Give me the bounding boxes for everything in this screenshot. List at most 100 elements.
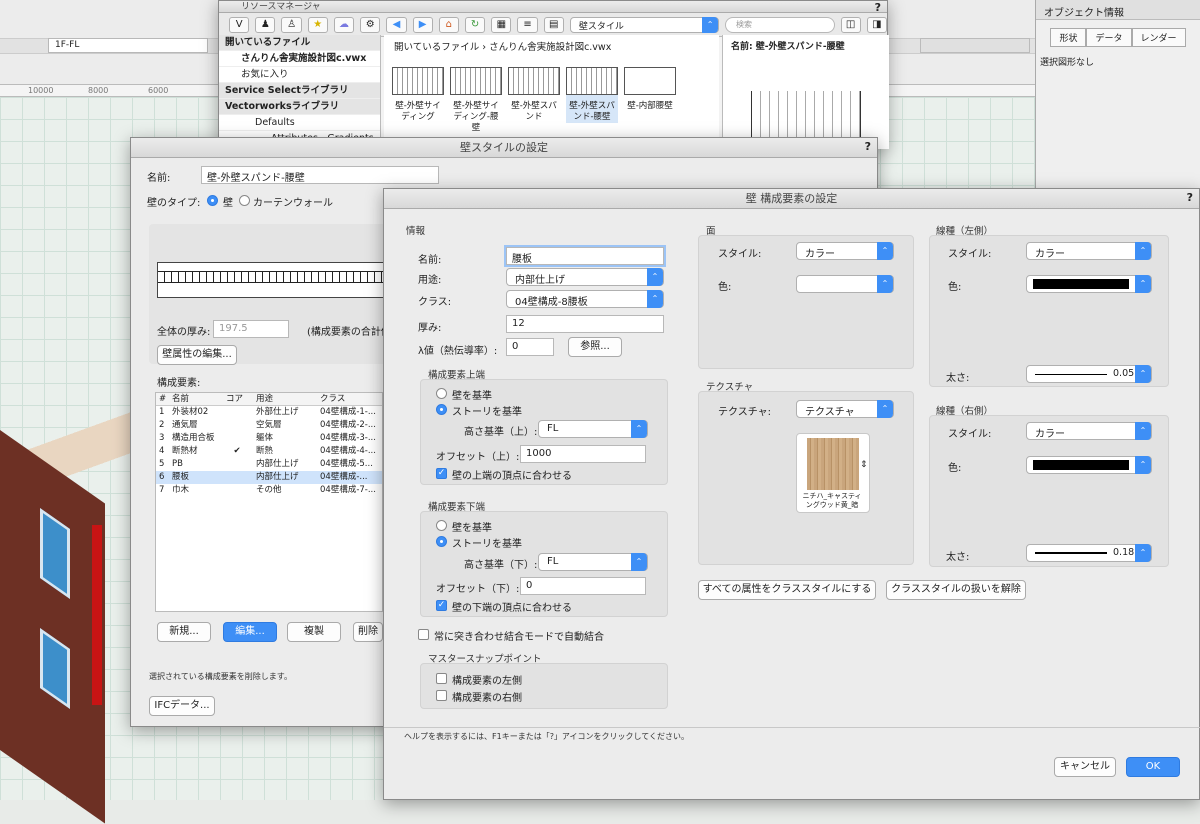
col-core[interactable]: コア [222,393,252,405]
thumbnail-image [624,67,676,95]
tree-item[interactable]: お気に入り [219,67,380,83]
bottom-offset-input[interactable]: 0 [520,577,646,595]
resource-thumbnail-selected[interactable]: 壁-外壁スパンド-腰壁 [566,67,618,123]
tree-item[interactable]: Defaults [219,115,380,131]
component-name-input[interactable]: 腰板 [506,247,664,265]
tree-item[interactable]: Vectorworksライブラリ [219,99,380,115]
line-left-style-select[interactable]: カラー ⌃ [1026,242,1152,260]
user-icon[interactable]: ♙ [281,16,302,33]
curtain-wall-radio[interactable] [239,195,250,206]
texture-select[interactable]: テクスチャ ⌃ [796,400,894,418]
use-select[interactable]: 内部仕上げ ⌃ [506,268,664,286]
bottom-snap-checkbox[interactable]: ✓ [436,600,447,611]
back-arrow-icon[interactable]: ◀ [386,16,407,33]
gear-icon[interactable]: ⚙ [360,16,381,33]
line-left-weight-select[interactable]: 0.05 ⌃ [1026,365,1152,383]
resource-toolbar: V ♟ ♙ ★ ☁ ⚙ ◀ ▶ ⌂ ↻ ▦ ≡ ▤ 壁スタイル ⌃ 検索 ◫ ◨ [219,13,887,37]
thumbnail-view-icon[interactable]: ▤ [543,16,564,33]
edit-button[interactable]: 編集... [223,622,277,642]
auto-join-checkbox[interactable] [418,629,429,640]
top-story-radio[interactable] [436,404,447,415]
texture-preview[interactable]: ニチハ_キャスティングウッド黄_暗 ⇕ [796,433,870,513]
line-left-color-select[interactable]: ⌃ [1026,275,1152,293]
vectorworks-icon[interactable]: V [229,16,250,33]
help-icon[interactable]: ? [875,1,881,14]
wall-style-status: 選択されている構成要素を削除します。 [149,672,292,681]
snap-right-checkbox[interactable] [436,690,447,701]
new-button[interactable]: 新規... [157,622,211,642]
delete-button[interactable]: 削除 [353,622,383,642]
top-height-select[interactable]: FL ⌃ [538,420,648,438]
home-icon[interactable]: ⌂ [438,16,459,33]
users-icon[interactable]: ♟ [255,16,276,33]
cloud-icon[interactable]: ☁ [333,16,355,33]
tree-item[interactable]: Service Selectライブラリ [219,83,380,99]
col-class[interactable]: クラス [316,393,382,405]
library-type-select[interactable]: 壁スタイル ⌃ [569,16,720,33]
resource-thumbnail[interactable]: 壁-外壁サイディング-腰壁 [450,67,502,134]
tab-shape[interactable]: 形状 [1050,28,1087,47]
tab-render[interactable]: レンダー [1131,28,1186,47]
face-style-select[interactable]: カラー ⌃ [796,242,894,260]
thumbnail-image [508,67,560,95]
reference-button[interactable]: 参照... [568,337,622,357]
cancel-button[interactable]: キャンセル [1054,757,1116,777]
help-icon[interactable]: ? [865,140,871,153]
edit-wall-attrs-button[interactable]: 壁属性の編集... [157,345,237,365]
line-right-color-select[interactable]: ⌃ [1026,456,1152,474]
col-use[interactable]: 用途 [252,393,316,405]
breadcrumb-item[interactable]: 開いているファイル [394,42,479,53]
bottom-height-select[interactable]: FL ⌃ [538,553,648,571]
thickness-input[interactable]: 12 [506,315,664,333]
snap-left-checkbox[interactable] [436,673,447,684]
resource-thumbnail[interactable]: 壁-外壁スパンド [508,67,560,123]
style-name-input[interactable]: 壁-外壁スパンド-腰壁 [201,166,439,184]
forward-arrow-icon[interactable]: ▶ [412,16,433,33]
tab-data[interactable]: データ [1086,28,1132,47]
col-num[interactable]: # [156,393,166,405]
top-offset-input[interactable]: 1000 [520,445,646,463]
row-num: 4 [159,446,165,456]
resource-thumbnail[interactable]: 壁-内部腰壁 [624,67,676,112]
breadcrumb-item[interactable]: さんりん舎実施設計図c.vwx [489,42,611,53]
table-row-selected[interactable]: 6 腰板 内部仕上げ 04壁構成-... [156,471,382,484]
grid-view-icon[interactable]: ▦ [491,16,512,33]
sidebar-toggle-icon[interactable]: ◫ [840,16,861,33]
table-row[interactable]: 2 通気層 空気層 04壁構成-2-... [156,419,382,432]
table-header: # 名前 コア 用途 クラス [156,393,382,406]
auto-join-label: 常に突き合わせ結合モードで自動結合 [434,632,604,643]
release-class-style-button[interactable]: クラススタイルの扱いを解除 [886,580,1026,600]
refresh-icon[interactable]: ↻ [464,16,486,33]
preview-toggle-icon[interactable]: ◨ [866,16,887,33]
table-row[interactable]: 5 PB 内部仕上げ 04壁構成-5... [156,458,382,471]
table-row[interactable]: 7 巾木 その他 04壁構成-7-... [156,484,382,497]
list-view-icon[interactable]: ≡ [517,16,538,33]
bottom-wall-radio[interactable] [436,520,447,531]
tree-item[interactable]: 開いているファイル [219,35,380,51]
col-name[interactable]: 名前 [166,393,222,405]
duplicate-button[interactable]: 複製 [287,622,341,642]
search-input[interactable]: 検索 [725,16,835,33]
top-wall-radio[interactable] [436,388,447,399]
table-row[interactable]: 3 構造用合板 軀体 04壁構成-3-... [156,432,382,445]
help-icon[interactable]: ? [1187,191,1193,204]
line-right-style-select[interactable]: カラー ⌃ [1026,422,1152,440]
wall-type-radio[interactable] [207,195,218,206]
table-row[interactable]: 4 断熱材 ✔ 断熱 04壁構成-4-... [156,445,382,458]
favorite-star-icon[interactable]: ★ [307,16,328,33]
resource-thumbnail[interactable]: 壁-外壁サイディング [392,67,444,123]
line-right-weight-select[interactable]: 0.18 ⌃ [1026,544,1152,562]
class-style-all-button[interactable]: すべての属性をクラススタイルにする [698,580,876,600]
top-snap-checkbox[interactable]: ✓ [436,468,447,479]
bottom-story-radio[interactable] [436,536,447,547]
view-controls[interactable] [920,38,1030,53]
tree-item[interactable]: さんりん舎実施設計図c.vwx [219,51,380,67]
texture-stepper-icon[interactable]: ⇕ [860,460,868,470]
ifc-data-button[interactable]: IFCデータ... [149,696,215,716]
class-select[interactable]: 04壁構成-8腰板 ⌃ [506,290,664,308]
face-color-select[interactable]: ⌃ [796,275,894,293]
lambda-input[interactable]: 0 [506,338,554,356]
ok-button[interactable]: OK [1126,757,1180,777]
table-row[interactable]: 1 外装材02 外部仕上げ 04壁構成-1-... [156,406,382,419]
layer-select[interactable]: 1F-FL [48,38,208,53]
